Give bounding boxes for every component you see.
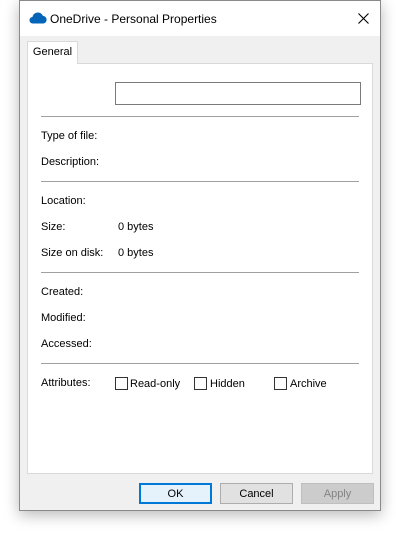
hidden-label[interactable]: Hidden <box>210 378 245 390</box>
title-bar[interactable]: OneDrive - Personal Properties <box>20 1 380 36</box>
archive-checkbox[interactable] <box>274 377 287 390</box>
size-label: Size: <box>41 221 66 233</box>
properties-dialog: OneDrive - Personal Properties General T… <box>19 0 381 511</box>
size-on-disk-label: Size on disk: <box>41 247 104 259</box>
cancel-button[interactable]: Cancel <box>220 483 293 504</box>
window-title: OneDrive - Personal Properties <box>50 12 217 26</box>
separator <box>41 116 359 117</box>
location-label: Location: <box>41 195 86 207</box>
apply-button[interactable]: Apply <box>301 483 374 504</box>
size-on-disk-value: 0 bytes <box>118 247 154 259</box>
tab-general[interactable]: General <box>27 41 78 64</box>
size-value: 0 bytes <box>118 221 154 233</box>
close-button[interactable] <box>346 1 380 35</box>
separator <box>41 363 359 364</box>
read-only-label[interactable]: Read-only <box>130 378 180 390</box>
general-tab-panel: Type of file: Description: Location: Siz… <box>27 63 373 474</box>
archive-label[interactable]: Archive <box>290 378 327 390</box>
separator <box>41 181 359 182</box>
close-icon <box>357 12 369 24</box>
separator <box>41 272 359 273</box>
type-of-file-label: Type of file: <box>41 130 98 142</box>
ok-button[interactable]: OK <box>139 483 212 504</box>
modified-label: Modified: <box>41 312 86 324</box>
onedrive-cloud-icon <box>29 12 47 24</box>
file-name-input[interactable] <box>115 82 361 105</box>
attributes-label: Attributes: <box>41 377 91 389</box>
accessed-label: Accessed: <box>41 338 92 350</box>
description-label: Description: <box>41 156 100 168</box>
created-label: Created: <box>41 286 84 298</box>
read-only-checkbox[interactable] <box>115 377 128 390</box>
hidden-checkbox[interactable] <box>194 377 207 390</box>
